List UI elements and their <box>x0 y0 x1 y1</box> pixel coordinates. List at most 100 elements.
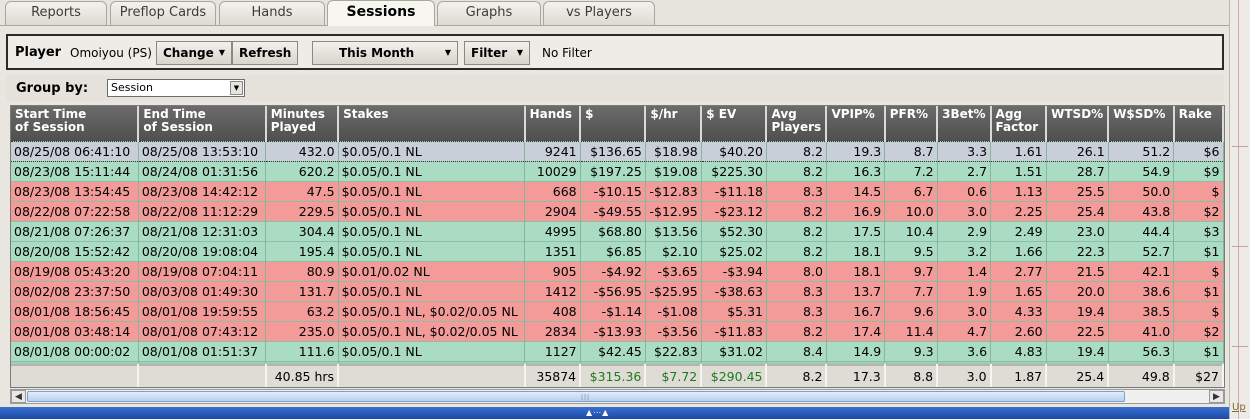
table-cell: 47.5 <box>265 181 339 202</box>
table-cell: 08/01/08 01:51:37 <box>138 341 267 362</box>
table-cell: 08/19/08 05:43:20 <box>11 261 139 282</box>
column-header[interactable]: Hands <box>524 106 582 141</box>
column-header[interactable]: Stakes <box>338 106 526 141</box>
table-cell: $42.45 <box>580 341 646 362</box>
side-up-link[interactable]: Up <box>1232 402 1246 413</box>
table-cell: $2 <box>1173 321 1224 342</box>
table-cell: 13.7 <box>826 281 886 302</box>
column-header[interactable]: WTSD% <box>1046 106 1110 141</box>
sessions-table: Start Time of Session End Time of Session… <box>11 106 1224 387</box>
tab-vs-players[interactable]: vs Players <box>543 1 655 26</box>
table-cell: 23.0 <box>1046 221 1109 242</box>
column-header[interactable]: $ EV <box>701 106 768 141</box>
table-cell: 668 <box>524 181 581 202</box>
table-row[interactable]: 08/21/08 07:26:37 08/21/08 12:31:03 304.4 $… <box>11 221 1224 242</box>
table-row[interactable]: 08/01/08 03:48:14 08/01/08 07:43:12 235.0 $… <box>11 321 1224 342</box>
column-header[interactable]: PFR% <box>884 106 939 141</box>
column-header[interactable]: Start Time of Session <box>11 106 140 141</box>
tab-sessions[interactable]: Sessions <box>327 0 435 26</box>
table-cell: -$1.08 <box>645 301 702 322</box>
tab-graphs[interactable]: Graphs <box>437 1 541 26</box>
table-cell: 304.4 <box>265 221 339 242</box>
table-cell: $225.30 <box>701 161 767 182</box>
tab-preflop-cards[interactable]: Preflop Cards <box>110 1 216 26</box>
table-cell: 8.2 <box>766 241 827 262</box>
table-cell: 22.5 <box>1046 321 1109 342</box>
report-tab-bar: Reports Preflop Cards Hands Sessions Gra… <box>0 0 1229 26</box>
table-cell: $0.05/0.1 NL <box>338 341 526 362</box>
summary-cell: 49.8 <box>1108 364 1175 387</box>
table-cell: $0.05/0.1 NL <box>338 281 526 302</box>
column-header[interactable]: W$SD% <box>1108 106 1175 141</box>
table-cell: $6.85 <box>580 241 646 262</box>
table-cell: 905 <box>524 261 581 282</box>
table-row[interactable]: 08/01/08 18:56:45 08/01/08 19:59:55 63.2 $0… <box>11 301 1224 322</box>
table-row[interactable]: 08/02/08 23:37:50 08/03/08 01:49:30 131.7 $… <box>11 281 1224 302</box>
table-cell: 8.3 <box>766 181 827 202</box>
table-row[interactable]: 08/25/08 06:41:10 08/25/08 13:53:10 432.0 $… <box>11 140 1224 162</box>
tab-reports[interactable]: Reports <box>5 1 107 26</box>
table-cell: 4.33 <box>990 301 1047 322</box>
filter-button[interactable]: Filter ▼ <box>464 41 530 65</box>
side-panel-edge: Up <box>1229 0 1250 419</box>
column-header[interactable]: Avg Players <box>766 106 828 141</box>
refresh-button[interactable]: Refresh <box>232 41 298 65</box>
table-cell: 1412 <box>524 281 581 302</box>
scroll-right-icon[interactable]: ▶ <box>1209 390 1224 403</box>
table-cell: 235.0 <box>265 321 339 342</box>
table-cell: 9.6 <box>884 301 938 322</box>
table-cell: $ <box>1173 261 1224 282</box>
table-cell: 43.8 <box>1108 201 1175 222</box>
column-header[interactable]: End Time of Session <box>138 106 267 141</box>
table-cell: $0.05/0.1 NL, $0.02/0.05 NL <box>338 301 526 322</box>
table-cell: 51.2 <box>1108 140 1175 162</box>
table-cell: 1.65 <box>990 281 1047 302</box>
table-cell: 08/25/08 06:41:10 <box>11 140 139 162</box>
tab-baseline <box>0 25 1229 26</box>
column-header[interactable]: Minutes Played <box>265 106 340 141</box>
chevron-down-icon[interactable]: ▼ <box>230 81 243 95</box>
summary-cell <box>338 364 526 387</box>
table-cell: 620.2 <box>265 161 339 182</box>
scroll-left-icon[interactable]: ◀ <box>11 390 26 403</box>
summary-cell: 40.85 hrs <box>265 364 340 387</box>
column-header[interactable]: $/hr <box>645 106 703 141</box>
table-cell: 25.5 <box>1046 181 1109 202</box>
group-by-select[interactable]: Session ▼ <box>107 79 245 97</box>
tab-hands[interactable]: Hands <box>219 1 325 26</box>
resize-handle-icon[interactable]: ▲⋯▲ <box>586 408 609 417</box>
table-cell: $40.20 <box>701 140 767 162</box>
table-row[interactable]: 08/22/08 07:22:58 08/22/08 11:12:29 229.5 $… <box>11 201 1224 222</box>
table-row[interactable]: 08/01/08 00:00:02 08/01/08 01:51:37 111.6 $… <box>11 341 1224 362</box>
table-cell: $1 <box>1173 341 1224 362</box>
filter-label: Filter <box>471 46 508 60</box>
summary-cell: 8.8 <box>884 364 939 387</box>
table-cell: 08/01/08 00:00:02 <box>11 341 139 362</box>
column-header[interactable]: $ <box>580 106 647 141</box>
horizontal-scrollbar[interactable]: ◀ ||| ▶ <box>10 389 1225 404</box>
chevron-down-icon: ▼ <box>516 48 523 57</box>
table-cell: 42.1 <box>1108 261 1175 282</box>
change-label: Change <box>163 46 214 60</box>
column-header[interactable]: VPIP% <box>826 106 886 141</box>
column-header[interactable]: 3Bet% <box>937 106 992 141</box>
table-row[interactable]: 08/23/08 15:11:44 08/24/08 01:31:56 620.2 $… <box>11 161 1224 182</box>
date-range-dropdown[interactable]: This Month ▼ <box>312 41 458 65</box>
table-header-row: Start Time of Session End Time of Session… <box>11 106 1224 141</box>
table-cell: 9.7 <box>884 261 938 282</box>
table-cell: 08/19/08 07:04:11 <box>138 261 267 282</box>
column-header[interactable]: Rake <box>1173 106 1224 141</box>
table-cell: 2.60 <box>990 321 1047 342</box>
chevron-down-icon: ▼ <box>444 48 451 57</box>
summary-cell: 35874 <box>524 364 582 387</box>
table-cell: 1.9 <box>937 281 992 302</box>
table-cell: 22.3 <box>1046 241 1109 262</box>
table-row[interactable]: 08/20/08 15:52:42 08/20/08 19:08:04 195.4 $… <box>11 241 1224 262</box>
change-player-button[interactable]: Change ▼ <box>156 41 232 65</box>
scrollbar-thumb[interactable]: ||| <box>27 391 1125 402</box>
table-row[interactable]: 08/19/08 05:43:20 08/19/08 07:04:11 80.9 $0… <box>11 261 1224 282</box>
table-row[interactable]: 08/23/08 13:54:45 08/23/08 14:42:12 47.5 $0… <box>11 181 1224 202</box>
filter-status: No Filter <box>542 46 592 60</box>
table-cell: 80.9 <box>265 261 339 282</box>
column-header[interactable]: Agg Factor <box>990 106 1048 141</box>
